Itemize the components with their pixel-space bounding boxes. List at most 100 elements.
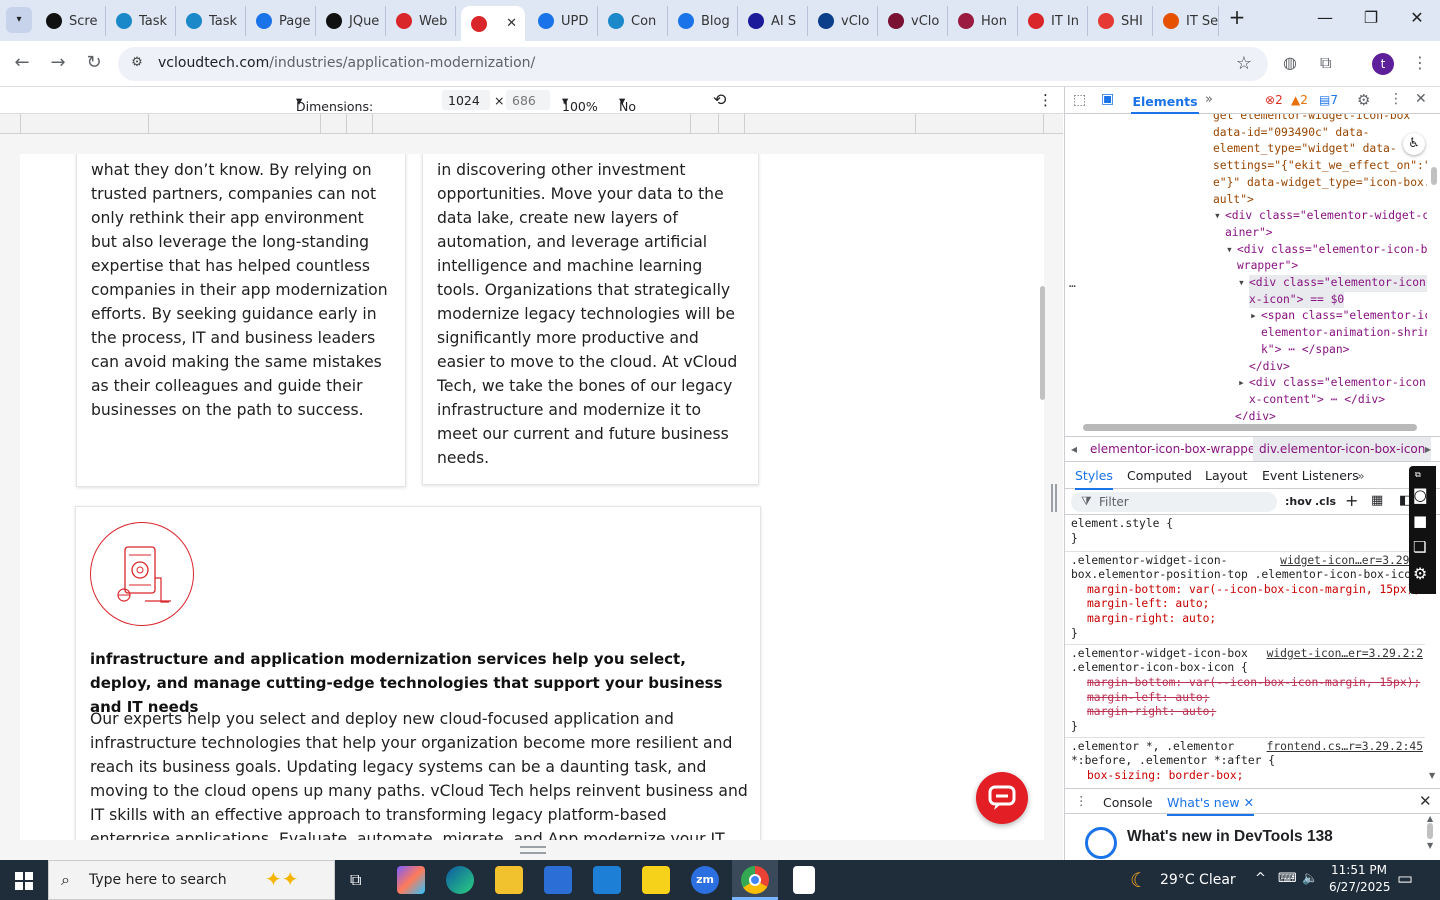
css-selector[interactable]: .elementor-widget-icon- [1071,554,1227,569]
tray-chevron-icon[interactable]: ^ [1255,871,1266,886]
dom-hscroll-thumb[interactable] [1083,424,1417,431]
dom-line[interactable]: </div> [1249,359,1290,376]
taskbar-search[interactable]: ⌕ Type here to search ✦✦ [48,860,335,900]
tab-layout[interactable]: Layout [1205,468,1248,483]
error-count[interactable]: ⊗2 [1265,93,1283,107]
settings-gear-icon[interactable]: ⚙ [1357,91,1370,109]
dom-line-selected[interactable]: ▾ <div class="elementor-icon- [1238,275,1427,292]
tab-styles[interactable]: Styles [1075,468,1113,490]
tab-item[interactable]: SHI [1096,6,1153,36]
css-selector[interactable]: .elementor *, .elementor [1071,740,1234,755]
tab-search-button[interactable]: ▾ [6,7,32,33]
tab-item[interactable]: vClo [816,6,878,36]
menu-kebab-icon[interactable]: ⋮ [1412,53,1428,72]
css-selector[interactable]: } [1071,532,1078,547]
tab-item[interactable]: Web [394,6,456,36]
more-tabs-icon[interactable]: » [1205,92,1213,107]
weather-text[interactable]: 29°C Clear [1160,872,1236,888]
css-selector[interactable]: .elementor-widget-icon-box [1071,647,1248,662]
dom-line[interactable]: x-content"> ⋯ </div> [1249,392,1385,409]
css-declaration[interactable]: margin-left: auto; [1087,597,1209,612]
network-icon[interactable]: ⌨ [1278,871,1297,886]
tab-item[interactable]: IT In [1026,6,1088,36]
expand-arrow-icon[interactable]: ▸ [1238,375,1245,392]
notepad-icon[interactable] [793,866,815,894]
mail-icon[interactable] [593,866,621,894]
video-icon[interactable]: ■ [1413,512,1427,530]
node-actions-icon[interactable]: … [1069,276,1076,293]
translate-icon[interactable]: ◍ [1283,53,1297,72]
dom-line[interactable]: elementor-animation-shrin [1261,325,1427,342]
more-style-tabs-icon[interactable]: » [1357,468,1365,483]
css-declaration[interactable]: margin-right: auto; [1087,705,1216,720]
dom-line[interactable]: e"}" data-widget_type="icon-box. [1213,175,1427,192]
dom-line[interactable]: ▸ <span class="elementor-ic [1250,308,1427,325]
css-selector[interactable]: .elementor-icon-box-icon { [1071,661,1248,676]
tab-event-listeners[interactable]: Event Listeners [1262,468,1359,483]
tab-item[interactable]: Hon [956,6,1018,36]
close-tab-icon[interactable]: ✕ [506,16,517,31]
tab-whats-new[interactable]: What's new ✕ [1167,795,1255,816]
tab-item[interactable]: AI S [746,6,808,36]
tab-item[interactable]: Scre [44,6,106,36]
css-selector[interactable]: } [1071,720,1078,735]
expand-arrow-icon[interactable]: ▾ [1214,208,1221,225]
extensions-icon[interactable]: ⧉ [1320,53,1331,73]
tab-elements[interactable]: Elements [1131,87,1199,114]
forward-arrow-icon[interactable]: → [46,52,70,73]
crumb-icon-box[interactable]: div.elementor-icon-box-icon [1253,437,1432,461]
stylesheet-source-link[interactable]: widget-icon…er=3.29.2 [1280,554,1423,569]
drawer-menu-icon[interactable]: ⋮ [1075,793,1088,808]
css-selector[interactable]: box.elementor-position-top .elementor-ic… [1071,568,1418,583]
hov-toggle[interactable]: :hov [1285,495,1312,508]
minimize-button[interactable]: — [1310,8,1340,27]
bookmark-star-icon[interactable]: ☆ [1236,53,1252,74]
zoom-dropdown[interactable]: 100% ▾ [562,93,598,114]
dom-line-selected[interactable]: x-icon"> == $0 [1249,291,1345,309]
clock-time[interactable]: 11:51 PM [1331,863,1387,877]
tab-item[interactable]: Page [254,6,316,36]
css-declaration[interactable]: box-sizing: border-box; [1087,769,1243,784]
tab-computed[interactable]: Computed [1127,468,1192,483]
inspect-element-icon[interactable]: ⬚ [1073,92,1086,108]
notification-icon[interactable]: ▭ [1397,869,1413,889]
dom-line[interactable]: ainer"> [1225,225,1273,242]
message-count[interactable]: ▤7 [1319,93,1338,107]
crumb-right-arrow[interactable]: ▸ [1425,442,1431,456]
viewport-height-resize-handle[interactable] [520,846,546,854]
dom-line[interactable]: settings="{"ekit_we_effect_on":" [1213,158,1427,175]
dom-tree[interactable]: get elementor-widget-icon-box" data-id="0… [1065,114,1427,420]
file-explorer-icon[interactable] [495,866,523,894]
styles-pane[interactable]: element.style {} .elementor-widget-icon-b… [1065,515,1425,785]
media-query-ruler[interactable] [0,114,1063,134]
link-icon[interactable]: ⧉ [1415,470,1421,480]
dom-line[interactable]: ault"> [1213,192,1254,209]
close-devtools-icon[interactable]: ✕ [1415,91,1427,107]
cls-toggle[interactable]: .cls [1315,495,1336,508]
store-icon[interactable] [544,866,572,894]
sticky-notes-icon[interactable] [642,866,670,894]
restore-button[interactable]: ❐ [1356,8,1386,27]
device-toggle-icon[interactable]: ▣ [1101,91,1114,107]
close-window-button[interactable]: ✕ [1402,8,1432,27]
tab-item[interactable]: Con [606,6,668,36]
expand-arrow-icon[interactable]: ▸ [1250,308,1257,325]
devtools-menu-icon[interactable]: ⋮ [1389,91,1403,107]
reload-icon[interactable]: ↻ [82,52,106,73]
width-input[interactable]: 1024 [442,90,490,110]
tab-active[interactable]: ✕ [461,6,525,41]
dom-line[interactable]: ▾ <div class="elementor-widget-co [1214,208,1427,225]
new-rule-icon[interactable]: + [1345,491,1358,510]
dom-line[interactable]: data-id="093490c" data- [1213,125,1369,142]
css-declaration[interactable]: margin-left: auto; [1087,691,1209,706]
css-declaration[interactable]: margin-right: auto; [1087,612,1216,627]
back-arrow-icon[interactable]: ← [10,52,34,73]
profile-avatar[interactable]: t [1372,53,1394,75]
rotate-icon[interactable]: ⟲ [713,90,726,109]
computed-toggle-icon[interactable]: ▦ [1371,493,1383,508]
omnibox[interactable]: ⚙ vcloudtech.com/industries/application-… [118,47,1268,81]
css-selector[interactable]: } [1071,627,1078,642]
tab-item[interactable]: Task [114,6,176,36]
tab-item[interactable]: JQue [324,6,386,36]
throttling-dropdown[interactable]: No throttling ▾ [619,93,677,129]
